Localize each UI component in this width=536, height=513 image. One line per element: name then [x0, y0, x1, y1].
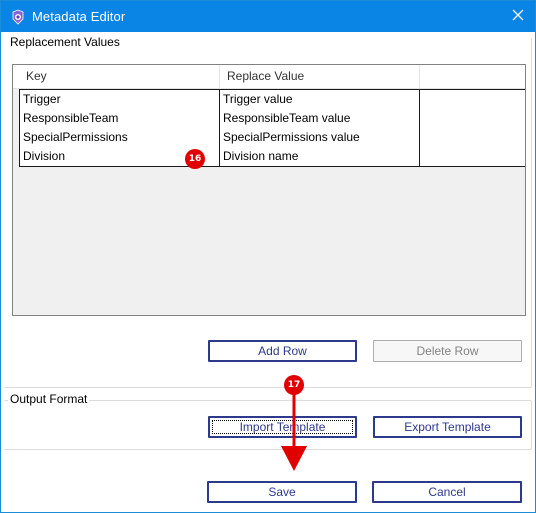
- delete-row-button[interactable]: Delete Row: [373, 340, 522, 362]
- import-template-button[interactable]: Import Template: [208, 416, 357, 438]
- table-row[interactable]: Trigger Trigger value: [19, 89, 525, 110]
- key-cell[interactable]: ResponsibleTeam: [19, 109, 220, 128]
- column-header-replace-value[interactable]: Replace Value: [220, 65, 420, 88]
- empty-cell: [420, 109, 525, 128]
- table-row[interactable]: ResponsibleTeam ResponsibleTeam value: [19, 109, 525, 129]
- save-button[interactable]: Save: [207, 481, 357, 503]
- empty-cell: [420, 90, 525, 109]
- cancel-button[interactable]: Cancel: [372, 481, 522, 503]
- table-row[interactable]: SpecialPermissions SpecialPermissions va…: [19, 128, 525, 148]
- value-cell[interactable]: Division name: [220, 147, 420, 166]
- column-header-filler: [420, 65, 525, 88]
- export-template-button[interactable]: Export Template: [373, 416, 522, 438]
- focus-ring: [212, 420, 353, 434]
- key-cell[interactable]: Trigger: [19, 90, 220, 109]
- empty-cell: [420, 147, 525, 166]
- empty-cell: [420, 128, 525, 147]
- close-icon: [512, 9, 524, 24]
- step-badge-17: 17: [284, 375, 304, 395]
- value-cell[interactable]: ResponsibleTeam value: [220, 109, 420, 128]
- grid-header: Key Replace Value: [13, 65, 525, 89]
- value-cell[interactable]: SpecialPermissions value: [220, 128, 420, 147]
- step-badge-16: 16: [185, 149, 205, 169]
- value-cell[interactable]: Trigger value: [220, 90, 420, 109]
- metadata-editor-window: Metadata Editor Replacement Values Key R…: [0, 0, 536, 513]
- output-format-label: Output Format: [8, 392, 90, 406]
- replacement-values-grid[interactable]: Key Replace Value Trigger Trigger value …: [12, 64, 526, 316]
- app-logo-icon: [10, 9, 26, 25]
- title-bar[interactable]: Metadata Editor: [1, 1, 535, 32]
- close-button[interactable]: [501, 1, 535, 32]
- replacement-values-label: Replacement Values: [8, 35, 122, 49]
- column-header-key[interactable]: Key: [19, 65, 220, 88]
- add-row-button[interactable]: Add Row: [208, 340, 357, 362]
- key-cell[interactable]: SpecialPermissions: [19, 128, 220, 147]
- table-row[interactable]: Division Division name: [19, 147, 525, 167]
- dialog-body: Replacement Values Key Replace Value Tri…: [1, 32, 535, 512]
- window-title: Metadata Editor: [32, 9, 126, 24]
